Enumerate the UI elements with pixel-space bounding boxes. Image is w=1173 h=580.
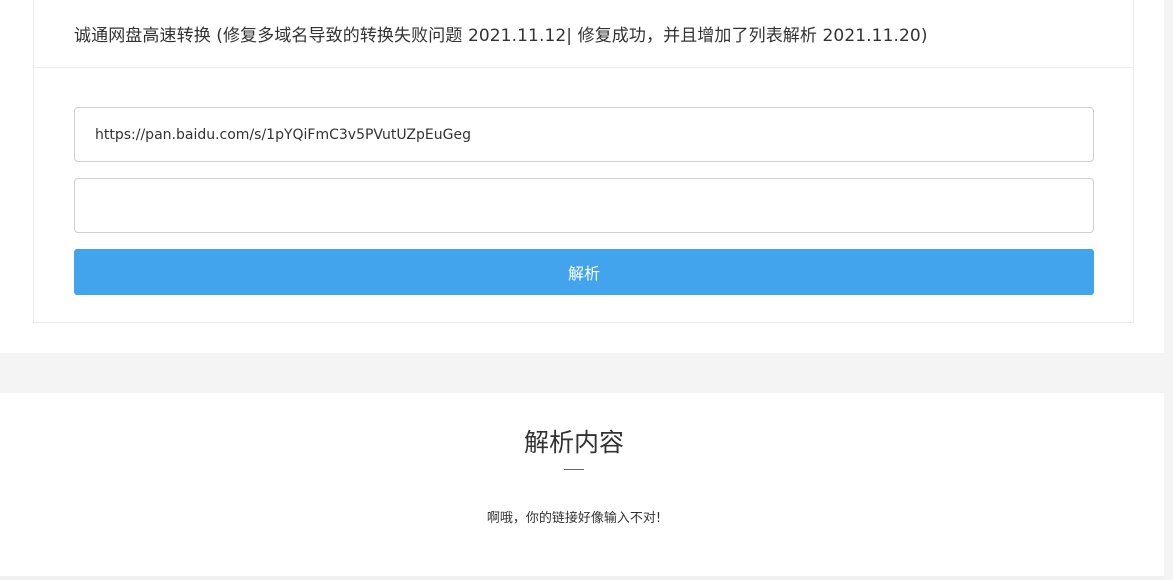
- converter-panel: 诚通网盘高速转换 (修复多域名导致的转换失败问题 2021.11.12| 修复成…: [33, 0, 1134, 323]
- result-heading: 解析内容: [523, 428, 624, 457]
- result-section: 解析内容 啊哦，你的链接好像输入不对!: [0, 393, 1164, 576]
- section-separator: [0, 353, 1164, 393]
- extraction-code-input[interactable]: [74, 178, 1094, 233]
- scrollbar-track[interactable]: [1164, 0, 1173, 580]
- parse-button[interactable]: 解析: [74, 249, 1094, 295]
- footer-separator: [0, 576, 1173, 580]
- share-link-input[interactable]: [74, 107, 1094, 162]
- panel-title: 诚通网盘高速转换 (修复多域名导致的转换失败问题 2021.11.12| 修复成…: [74, 26, 928, 46]
- panel-header: 诚通网盘高速转换 (修复多域名导致的转换失败问题 2021.11.12| 修复成…: [34, 0, 1133, 68]
- page: 诚通网盘高速转换 (修复多域名导致的转换失败问题 2021.11.12| 修复成…: [0, 0, 1173, 580]
- heading-divider: [564, 469, 584, 470]
- result-message: 啊哦，你的链接好像输入不对!: [486, 511, 662, 526]
